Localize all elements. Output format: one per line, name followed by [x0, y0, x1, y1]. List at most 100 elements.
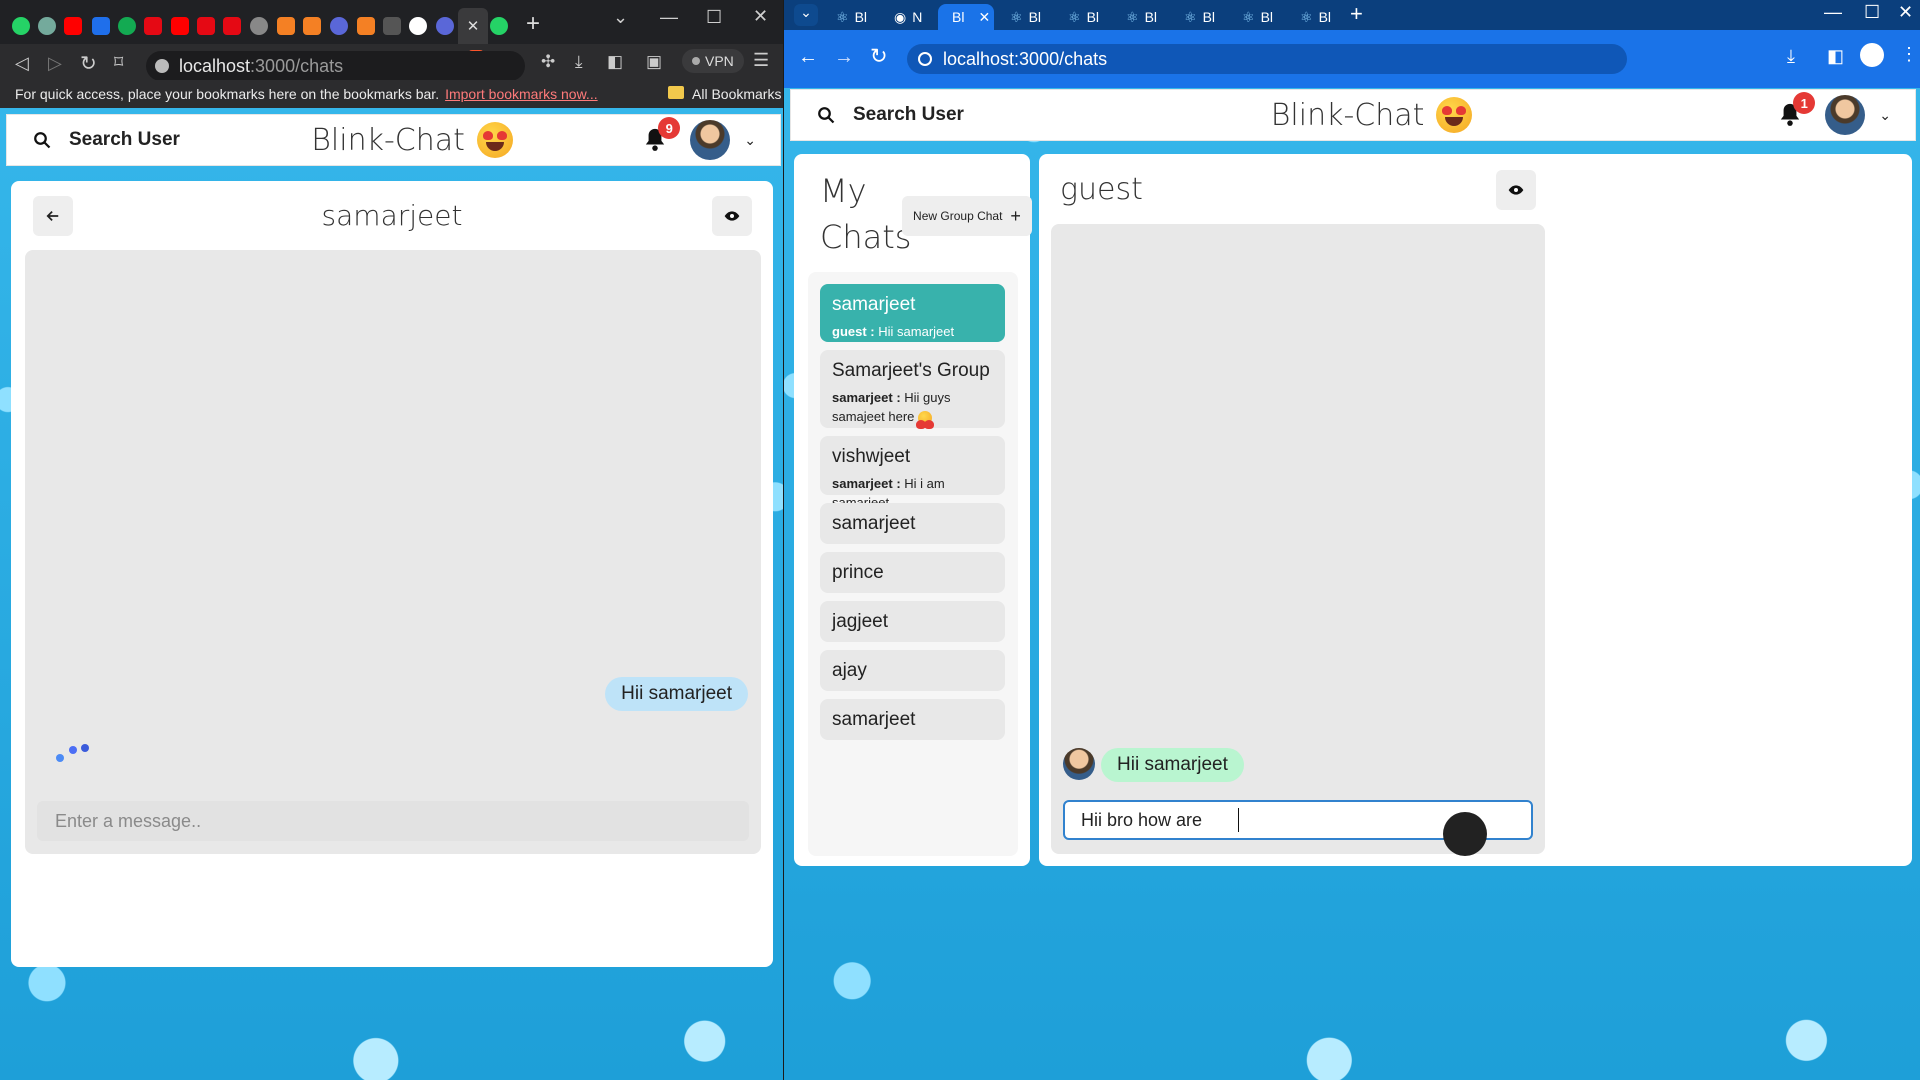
minimize-icon[interactable]: — [1824, 2, 1842, 23]
tab[interactable]: ⚛ Bl [1228, 4, 1284, 30]
new-tab-button[interactable]: + [1350, 1, 1363, 27]
tab-search-button[interactable]: ⌄ [794, 4, 818, 26]
maximize-icon[interactable]: ☐ [1864, 2, 1880, 23]
tab[interactable]: ⚛ Bl [822, 4, 878, 30]
download-icon[interactable]: ⤓ [575, 52, 583, 72]
view-profile-button[interactable] [1496, 170, 1536, 210]
new-tab-button[interactable]: + [526, 10, 540, 38]
stackoverflow-icon[interactable] [357, 17, 375, 35]
netflix-icon[interactable] [197, 17, 215, 35]
minimize-icon[interactable]: — [660, 7, 678, 28]
mongodb-icon[interactable] [118, 17, 136, 35]
chatgpt-icon[interactable] [1443, 812, 1487, 856]
search-user-button[interactable]: Search User [33, 129, 180, 151]
whatsapp-icon[interactable] [490, 17, 508, 35]
profile-menu-button[interactable]: ⌄ [690, 120, 756, 160]
bookmarks-hint: For quick access, place your bookmarks h… [15, 86, 440, 102]
left-app-page: Search User Blink-Chat 9 ⌄ samarjeet Hii… [0, 108, 783, 1080]
message-text: Hii samarjeet [1117, 754, 1228, 775]
google-icon[interactable] [409, 17, 427, 35]
stackoverflow-icon[interactable] [303, 17, 321, 35]
import-bookmarks-link[interactable]: Import bookmarks now... [445, 86, 598, 102]
brand-text: Blink-Chat [1270, 97, 1425, 133]
close-icon[interactable]: ✕ [978, 9, 990, 26]
chat-list-item[interactable]: Samarjeet's Group samarjeet : Hii guys s… [820, 350, 1005, 429]
chat-list-item[interactable]: prince [820, 552, 1005, 593]
chevron-down-icon[interactable]: ⌄ [613, 7, 628, 28]
forward-icon[interactable]: → [834, 46, 854, 69]
reload-icon[interactable]: ↻ [80, 51, 97, 76]
more-vert-icon[interactable]: ⋮ [1900, 44, 1918, 65]
youtube-icon[interactable] [171, 17, 189, 35]
sidebar-icon[interactable]: ◧ [607, 52, 623, 72]
brand-text: Blink-Chat [311, 122, 465, 158]
tab-icon[interactable] [250, 17, 268, 35]
extensions-icon[interactable]: ✣ [541, 52, 555, 72]
react-icon: ⚛ [1010, 8, 1023, 25]
forward-icon[interactable]: ▷ [48, 53, 62, 74]
plus-icon: + [1010, 205, 1021, 226]
site-info-icon[interactable] [155, 59, 169, 73]
notification-button[interactable]: 1 [1779, 92, 1816, 128]
right-browser-window: ⌄ ⚛ Bl ◉ N Bl ✕ ⚛ Bl ⚛ Bl ⚛ Bl ⚛ Bl ⚛ Bl ⚛ Bl + —… [784, 0, 1920, 1080]
notification-button[interactable]: 9 [644, 117, 681, 153]
tab[interactable]: ⚛ Bl [1286, 4, 1342, 30]
chat-name: samarjeet [832, 513, 916, 534]
vpn-label: VPN [705, 53, 734, 69]
maximize-icon[interactable]: ☐ [706, 7, 722, 28]
tab[interactable]: ◉ N [880, 4, 936, 30]
tab-icon[interactable] [436, 17, 454, 35]
search-user-button[interactable]: Search User [817, 104, 964, 126]
active-tab-close-button[interactable]: ✕ [458, 8, 488, 44]
back-icon[interactable]: ← [798, 46, 818, 69]
chat-list-item[interactable]: samarjeet [820, 699, 1005, 740]
message-text: Hii samarjeet [621, 683, 732, 704]
stackoverflow-icon[interactable] [277, 17, 295, 35]
profile-menu-button[interactable]: ⌄ [1825, 95, 1891, 135]
tab[interactable]: ⚛ Bl [1112, 4, 1168, 30]
react-icon: ⚛ [1300, 8, 1313, 25]
chevron-down-icon: ⌄ [744, 131, 756, 148]
view-profile-button[interactable] [712, 196, 752, 236]
tab-icon[interactable] [92, 17, 110, 35]
tab[interactable]: ⚛ Bl [1170, 4, 1226, 30]
site-info-icon[interactable] [918, 52, 932, 66]
menu-icon[interactable]: ☰ [753, 50, 769, 71]
tab-icon[interactable] [330, 17, 348, 35]
brand-title: Blink-Chat [311, 122, 513, 158]
message-input[interactable]: Enter a message.. [37, 801, 749, 841]
youtube-icon[interactable] [64, 17, 82, 35]
tab-icon[interactable] [383, 17, 401, 35]
my-chats-title: My Chats [820, 172, 912, 256]
netflix-icon[interactable] [144, 17, 162, 35]
chat-list-item[interactable]: samarjeet [820, 503, 1005, 544]
chat-list-item[interactable]: jagjeet [820, 601, 1005, 642]
profile-icon[interactable] [1860, 43, 1884, 67]
folder-icon [668, 86, 684, 99]
tab-active[interactable]: Bl ✕ [938, 4, 994, 30]
download-icon[interactable]: ⤓ [1787, 46, 1795, 67]
bookmark-icon[interactable]: ⌑ [114, 52, 123, 73]
netflix-icon[interactable] [223, 17, 241, 35]
right-address-bar[interactable]: localhost:3000/chats [907, 44, 1627, 74]
chat-list-item[interactable]: ajay [820, 650, 1005, 691]
new-group-chat-button[interactable]: New Group Chat + [902, 196, 1032, 236]
chat-list-item[interactable]: samarjeet guest : Hii samarjeet [820, 284, 1005, 342]
close-icon[interactable]: ✕ [1898, 2, 1913, 23]
back-icon[interactable]: ◁ [15, 53, 29, 74]
latest-message: Hii samarjeet [878, 324, 955, 339]
reload-icon[interactable]: ↻ [870, 44, 888, 69]
whatsapp-icon[interactable] [12, 17, 30, 35]
close-icon[interactable]: ✕ [753, 6, 768, 27]
wallet-icon[interactable]: ▣ [646, 52, 662, 72]
tab[interactable]: ⚛ Bl [996, 4, 1052, 30]
chat-list-item[interactable]: vishwjeet samarjeet : Hi i am samarjeet [820, 436, 1005, 510]
react-icon: ⚛ [1068, 8, 1081, 25]
left-address-bar[interactable]: localhost:3000/chats [146, 51, 525, 81]
vpn-button[interactable]: VPN [682, 49, 744, 73]
chatgpt-icon[interactable] [38, 17, 56, 35]
tab[interactable]: ⚛ Bl [1054, 4, 1110, 30]
notification-badge: 9 [658, 117, 681, 139]
sidebar-icon[interactable]: ◧ [1827, 46, 1844, 67]
all-bookmarks[interactable]: All Bookmarks [692, 86, 781, 102]
